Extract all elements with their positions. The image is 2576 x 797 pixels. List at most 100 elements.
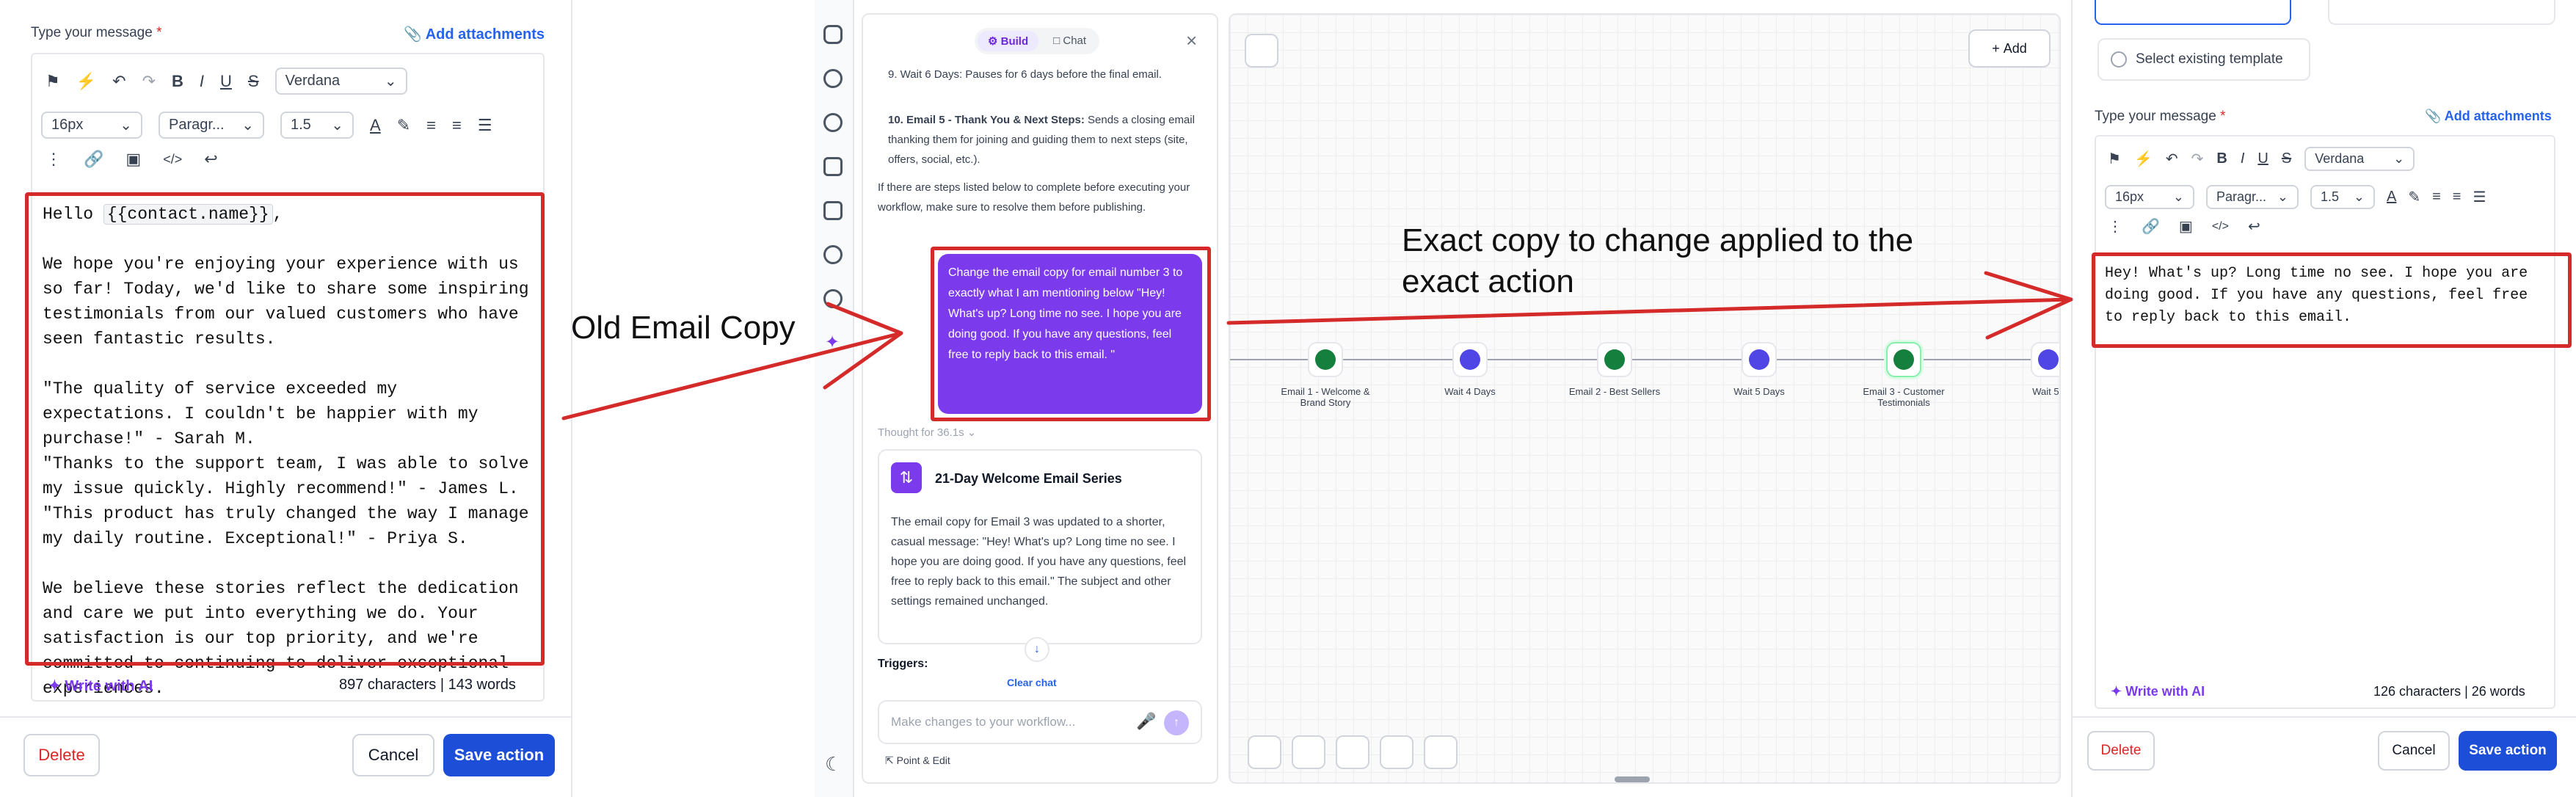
lightning-icon[interactable]: ⚡ (2134, 150, 2153, 168)
zoom-in-icon[interactable] (1380, 735, 1413, 769)
radio-icon[interactable] (2111, 51, 2127, 68)
zoom-out-icon[interactable] (1336, 735, 1369, 769)
workflow-node[interactable] (1452, 342, 1488, 377)
text-color-icon[interactable]: A (370, 116, 381, 135)
redo-icon[interactable]: ↷ (142, 72, 156, 91)
lightning-icon[interactable]: ⚡ (76, 72, 96, 91)
pointer-icon[interactable] (1248, 735, 1281, 769)
undo-icon[interactable]: ↶ (112, 72, 125, 91)
workflow-node[interactable] (1308, 342, 1343, 377)
more-icon[interactable]: ⋮ (46, 150, 62, 169)
workflow-icon: ⇅ (891, 462, 922, 493)
text-color-icon[interactable]: A (2387, 189, 2396, 205)
font-select[interactable]: Verdana ⌄ (274, 68, 407, 95)
cancel-button[interactable]: Cancel (352, 734, 434, 776)
search-icon[interactable] (823, 245, 843, 264)
thought-toggle[interactable]: Thought for 36.1s ⌄ (878, 426, 976, 439)
code-icon[interactable]: </> (163, 152, 182, 167)
external-link-icon[interactable] (823, 201, 843, 220)
delete-button[interactable]: Delete (23, 734, 100, 776)
clear-chat-button[interactable]: Clear chat (1007, 677, 1057, 688)
history-icon[interactable] (823, 113, 843, 132)
align-icon[interactable]: ☰ (478, 116, 492, 135)
wrap-icon[interactable]: ↩ (2248, 217, 2260, 236)
italic-icon[interactable]: I (200, 72, 204, 91)
save-action-button[interactable]: Save action (2459, 731, 2557, 771)
align-icon[interactable]: ☰ (2473, 188, 2486, 206)
code-icon[interactable]: </> (2212, 220, 2229, 233)
write-with-ai-label: Write with AI (2125, 684, 2205, 699)
write-with-ai-button[interactable]: ✦ Write with AI (2111, 684, 2205, 699)
send-icon[interactable]: ↑ (1164, 710, 1189, 735)
fit-view-icon[interactable] (1292, 735, 1325, 769)
ai-sparkle-icon[interactable]: ✦ (825, 332, 840, 353)
workflow-node[interactable] (1742, 342, 1777, 377)
toolbar-row-3: ⋮ 🔗 ▣ </> ↩ (2108, 217, 2260, 236)
add-attachments-link[interactable]: 📎 Add attachments (404, 25, 545, 43)
wrap-icon[interactable]: ↩ (204, 150, 217, 169)
template-option-selected[interactable] (2095, 0, 2291, 25)
chat-input-box[interactable]: Make changes to your workflow... 🎤 ↑ (878, 700, 1202, 744)
chevron-down-icon: ⌄ (2393, 151, 2405, 166)
link-icon[interactable]: 🔗 (2142, 217, 2160, 236)
moon-icon[interactable]: ☾ (825, 753, 842, 776)
italic-icon[interactable]: I (2241, 150, 2245, 167)
paragraph-select[interactable]: Paragr... ⌄ (2206, 185, 2299, 209)
chevron-down-icon: ⌄ (2277, 189, 2288, 204)
image-icon[interactable]: ▣ (125, 150, 141, 169)
link-icon[interactable]: 🔗 (84, 150, 103, 169)
message-label: Type your message * (2095, 109, 2226, 125)
bullet-list-icon[interactable]: ≡ (2432, 189, 2441, 205)
tag-icon[interactable]: ⚑ (46, 72, 60, 91)
highlight-icon[interactable]: ✎ (2408, 188, 2420, 206)
select-existing-template[interactable]: Select existing template (2097, 38, 2310, 81)
bold-icon[interactable]: B (2216, 150, 2227, 167)
workflow-node[interactable] (1886, 342, 1921, 377)
highlight-icon[interactable]: ✎ (397, 116, 410, 135)
cancel-button[interactable]: Cancel (2378, 731, 2450, 771)
resize-handle[interactable] (1615, 776, 1650, 782)
strikethrough-icon[interactable]: S (248, 72, 259, 91)
layout-icon[interactable] (1424, 735, 1458, 769)
numbered-list-icon[interactable]: ≡ (2453, 189, 2462, 205)
scroll-down-icon[interactable]: ↓ (1025, 637, 1049, 662)
chat-icon[interactable] (823, 25, 843, 44)
underline-icon[interactable]: U (2257, 150, 2268, 167)
font-select[interactable]: Verdana ⌄ (2304, 147, 2415, 171)
numbered-list-icon[interactable]: ≡ (452, 116, 462, 135)
paragraph-select[interactable]: Paragr... ⌄ (159, 112, 264, 139)
redo-icon[interactable]: ↷ (2191, 150, 2204, 168)
line-height-select[interactable]: 1.5 ⌄ (2310, 185, 2375, 209)
tag-icon[interactable]: ⚑ (2108, 150, 2121, 168)
strikethrough-icon[interactable]: S (2282, 150, 2291, 167)
delete-button[interactable]: Delete (2087, 731, 2155, 771)
workflow-node[interactable] (2031, 342, 2059, 377)
keyboard-icon[interactable] (1245, 34, 1278, 68)
tab-chat[interactable]: □ Chat (1043, 31, 1096, 51)
chat-bubble-icon: □ (1053, 34, 1060, 47)
clock-icon[interactable] (823, 289, 843, 308)
write-with-ai-button[interactable]: ✦ Write with AI (48, 677, 153, 695)
size-select[interactable]: 16px ⌄ (2105, 185, 2194, 209)
line-height-select[interactable]: 1.5 ⌄ (280, 112, 354, 139)
bold-icon[interactable]: B (172, 72, 183, 91)
template-option[interactable] (2328, 0, 2555, 25)
close-icon[interactable]: × (1186, 29, 1197, 52)
tab-build[interactable]: ⚙ Build (978, 31, 1039, 51)
save-action-button[interactable]: Save action (443, 734, 555, 776)
add-button[interactable]: + Add (1968, 29, 2051, 68)
left-email-editor: Type your message * 📎 Add attachments ⚑ … (0, 0, 572, 797)
more-icon[interactable]: ⋮ (2108, 217, 2122, 236)
check-circle-icon[interactable] (823, 69, 843, 88)
clock-icon (2038, 349, 2059, 370)
underline-icon[interactable]: U (220, 72, 232, 91)
undo-icon[interactable]: ↶ (2166, 150, 2178, 168)
image-icon[interactable]: ▣ (2179, 217, 2193, 236)
bullet-list-icon[interactable]: ≡ (426, 116, 436, 135)
workflow-node[interactable] (1597, 342, 1632, 377)
add-attachments-link[interactable]: 📎 Add attachments (2425, 109, 2552, 124)
document-icon[interactable] (823, 157, 843, 176)
point-edit-button[interactable]: ⇱ Point & Edit (885, 754, 950, 767)
mic-icon[interactable]: 🎤 (1136, 712, 1156, 731)
size-select[interactable]: 16px ⌄ (41, 112, 142, 139)
